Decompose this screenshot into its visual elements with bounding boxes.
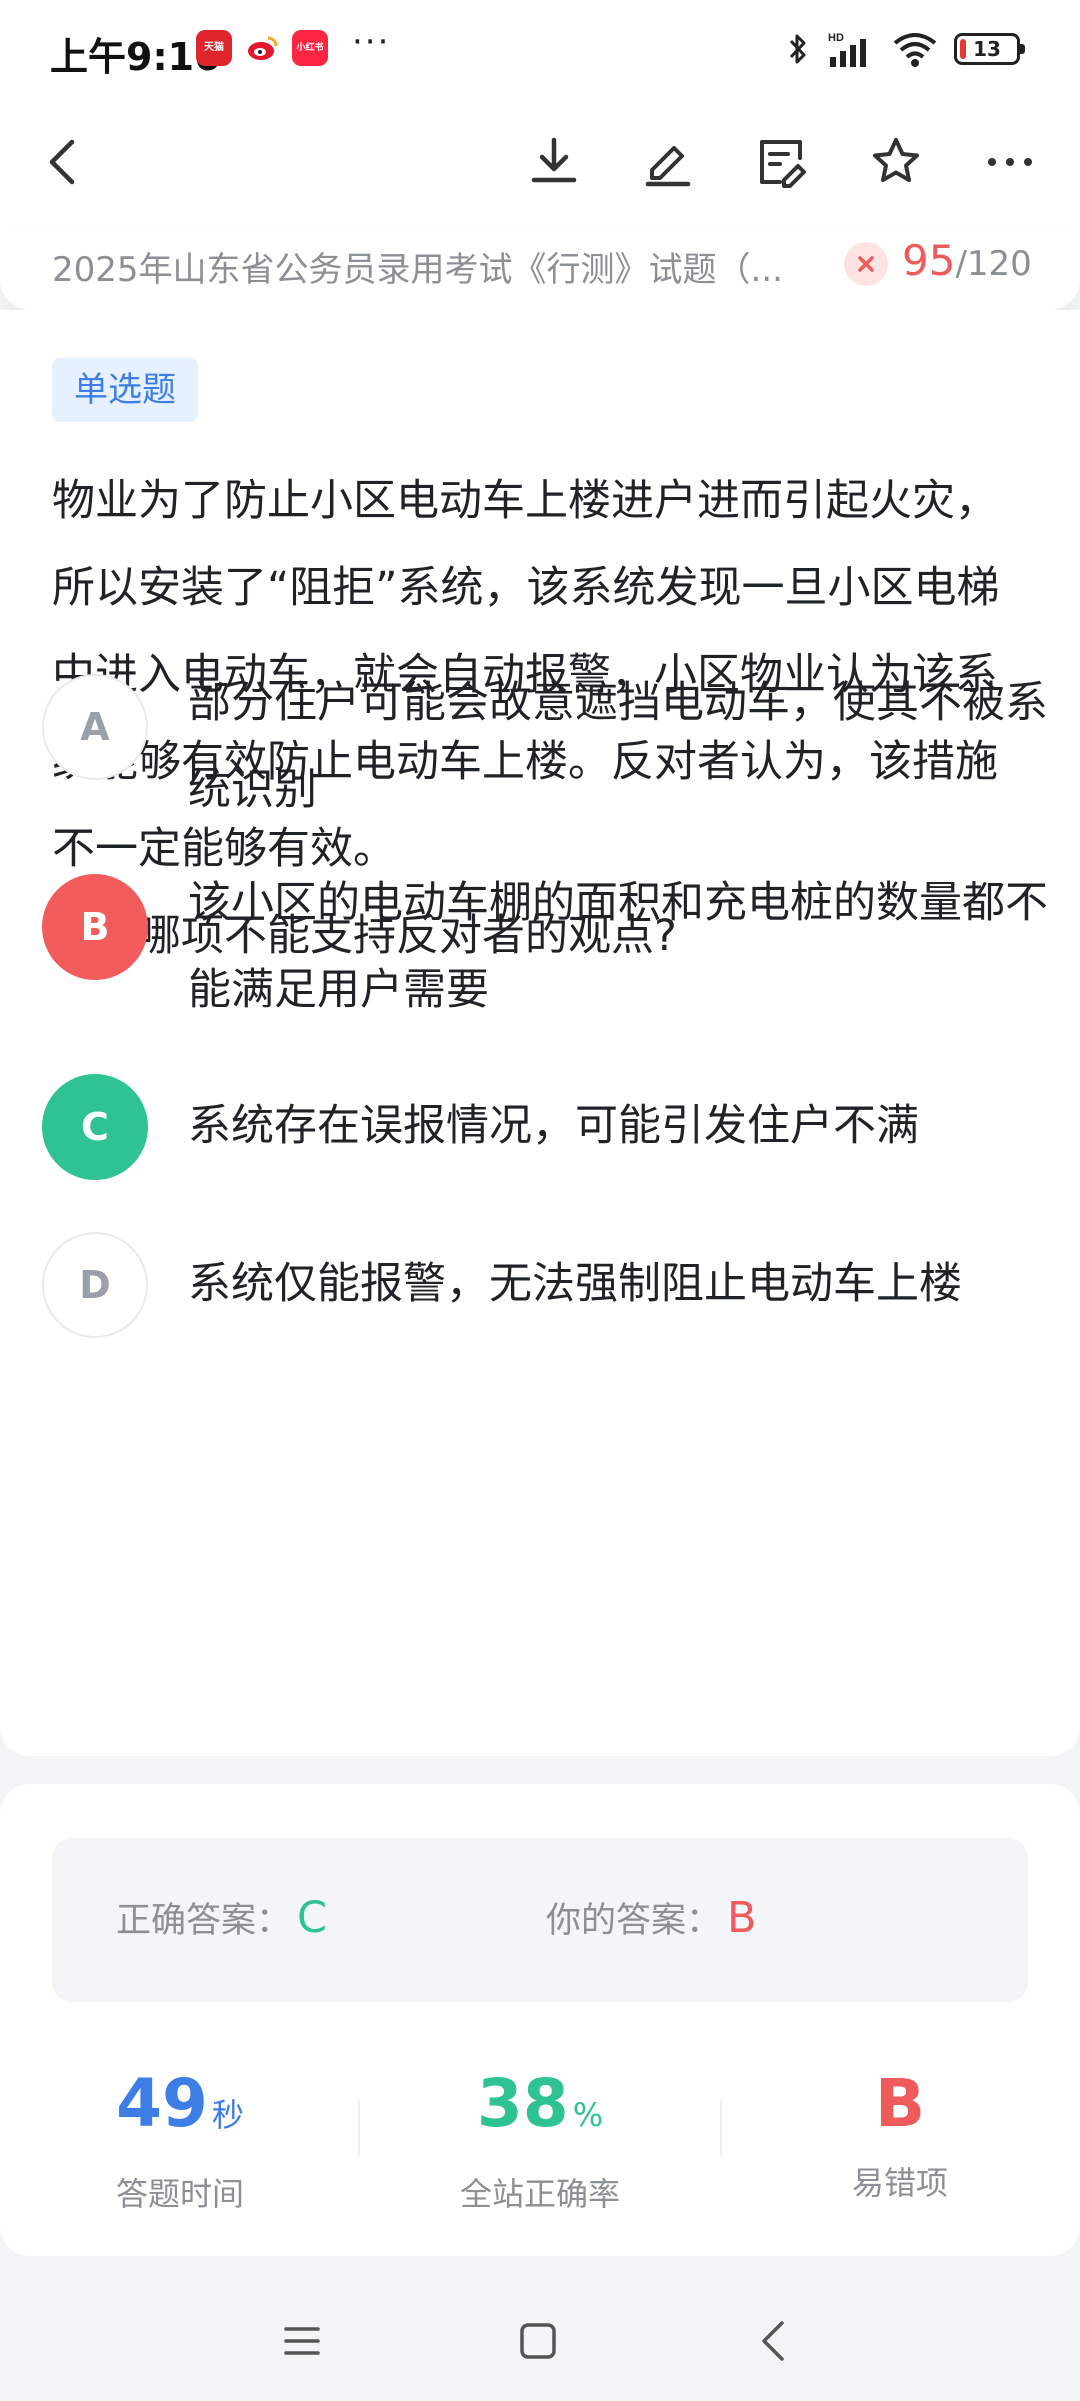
option-d-text: 系统仅能报警，无法强制阻止电动车上楼 bbox=[188, 1259, 962, 1309]
total-questions: /120 bbox=[955, 244, 1032, 284]
menu-icon bbox=[284, 2327, 320, 2355]
option-a-text: 部分住户可能会故意遮挡电动车，使其不被系统识别 bbox=[188, 678, 1048, 815]
weibo-app-icon bbox=[244, 30, 280, 66]
question-type-badge: 单选题 bbox=[52, 358, 198, 422]
chevron-left-icon bbox=[49, 139, 75, 185]
your-answer-value: B bbox=[727, 1893, 757, 1943]
back-button[interactable] bbox=[22, 120, 106, 204]
accuracy-unit: % bbox=[572, 2096, 604, 2134]
current-question-number: 95 bbox=[902, 236, 956, 285]
exam-header: 2025年山东省公务员录用考试《行测》试题（... 95/120 bbox=[0, 226, 1080, 310]
question-progress[interactable]: 95/120 bbox=[902, 236, 1032, 285]
tmall-app-icon: 天猫 bbox=[196, 30, 232, 66]
download-button[interactable] bbox=[512, 120, 596, 204]
wifi-icon bbox=[893, 33, 937, 67]
your-answer: 你的答案： B bbox=[546, 1892, 757, 1943]
status-bar: 上午9:16 天猫 小红书 ··· HD 13 bbox=[0, 0, 1080, 100]
option-b-letter: B bbox=[42, 874, 148, 980]
nav-home-button[interactable] bbox=[498, 2306, 578, 2376]
battery-level: 13 bbox=[973, 37, 1001, 61]
svg-text:HD: HD bbox=[828, 32, 844, 44]
option-c-text: 系统存在误报情况，可能引发住户不满 bbox=[188, 1101, 919, 1151]
battery-indicator: 13 bbox=[954, 33, 1025, 65]
stat-common-wrong: B 易错项 bbox=[720, 2060, 1080, 2204]
edit-button[interactable] bbox=[626, 120, 710, 204]
option-a-letter: A bbox=[42, 674, 148, 780]
note-button[interactable] bbox=[740, 120, 824, 204]
nav-back-button[interactable] bbox=[734, 2306, 814, 2376]
more-notifications-icon: ··· bbox=[352, 22, 391, 62]
your-answer-label: 你的答案： bbox=[546, 1901, 722, 1941]
favorite-button[interactable] bbox=[854, 120, 938, 204]
answer-summary: 正确答案： C 你的答案： B bbox=[52, 1838, 1028, 2002]
download-icon bbox=[531, 137, 577, 183]
option-d-letter: D bbox=[42, 1232, 148, 1338]
common-wrong-label: 易错项 bbox=[851, 2164, 948, 2202]
answer-panel: 正确答案： C 你的答案： B 49 秒 答题时间 38% 全站正确率 B 易错项 bbox=[0, 1784, 1080, 2256]
star-icon bbox=[873, 138, 919, 182]
more-button[interactable] bbox=[968, 120, 1052, 204]
clock: 上午9:16 bbox=[50, 35, 221, 79]
note-icon bbox=[760, 140, 806, 188]
stat-accuracy: 38% 全站正确率 bbox=[360, 2060, 720, 2215]
exam-title[interactable]: 2025年山东省公务员录用考试《行测》试题（... bbox=[52, 242, 792, 291]
toolbar bbox=[0, 100, 1080, 230]
pencil-icon bbox=[645, 146, 691, 187]
correct-answer: 正确答案： C bbox=[116, 1892, 327, 1943]
common-wrong-value: B bbox=[874, 2065, 926, 2142]
stats-row: 49 秒 答题时间 38% 全站正确率 B 易错项 bbox=[0, 2060, 1080, 2220]
accuracy-value: 38 bbox=[476, 2065, 569, 2142]
option-b-text: 该小区的电动车棚的面积和充电桩的数量都不能满足用户需要 bbox=[188, 878, 1048, 1015]
nav-menu-button[interactable] bbox=[262, 2306, 342, 2376]
stat-answer-time: 49 秒 答题时间 bbox=[0, 2060, 360, 2215]
answer-time-value: 49 bbox=[116, 2065, 208, 2142]
home-square-icon bbox=[520, 2323, 556, 2359]
back-triangle-icon bbox=[762, 2321, 784, 2361]
question-card: 单选题 物业为了防止小区电动车上楼进户进而引起火灾，所以安装了“阻拒”系统，该系… bbox=[0, 310, 1080, 1756]
more-horizontal-icon bbox=[988, 158, 1032, 166]
xiaohongshu-app-icon: 小红书 bbox=[292, 30, 328, 66]
system-nav-bar bbox=[0, 2276, 1080, 2401]
bluetooth-icon bbox=[789, 34, 806, 64]
wrong-mark-icon bbox=[844, 242, 888, 286]
answer-time-unit: 秒 bbox=[211, 2096, 244, 2134]
signal-icon: HD bbox=[828, 32, 866, 67]
correct-answer-label: 正确答案： bbox=[116, 1901, 292, 1941]
correct-answer-value: C bbox=[297, 1893, 328, 1943]
option-c-letter: C bbox=[42, 1074, 148, 1180]
answer-time-label: 答题时间 bbox=[115, 2175, 244, 2213]
accuracy-label: 全站正确率 bbox=[459, 2175, 620, 2213]
